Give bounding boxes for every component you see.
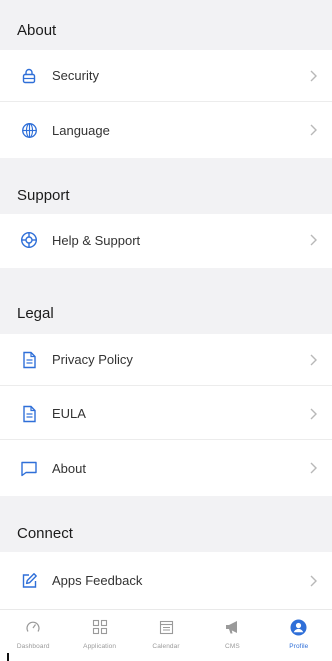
row-label-help-support: Help & Support [52, 232, 141, 248]
section-title-connect: Connect [17, 525, 73, 542]
calendar-icon [154, 616, 178, 638]
chevron-right-icon [308, 353, 318, 367]
chevron-right-icon [308, 69, 318, 83]
tab-application[interactable]: Application [66, 610, 132, 661]
section-header-support: Support [0, 158, 332, 214]
message-icon [19, 458, 39, 478]
globe-icon [19, 120, 39, 140]
edit-icon [19, 571, 39, 591]
lifebuoy-icon [19, 230, 39, 250]
chevron-right-icon [308, 123, 318, 137]
chevron-right-icon [308, 407, 318, 421]
document-icon [19, 350, 39, 370]
row-about[interactable]: About [0, 442, 332, 494]
row-privacy-policy[interactable]: Privacy Policy [0, 334, 332, 386]
profile-icon [287, 616, 311, 638]
row-security[interactable]: Security [0, 50, 332, 102]
section-title-legal: Legal [17, 305, 54, 322]
tab-label-dashboard: Dashboard [16, 643, 50, 650]
row-language[interactable]: Language [0, 104, 332, 156]
tab-dashboard[interactable]: Dashboard [0, 610, 66, 661]
tab-cms[interactable]: CMS [199, 610, 265, 661]
row-label-about: About [52, 460, 86, 476]
row-label-language: Language [52, 122, 110, 138]
row-apps-feedback[interactable]: Apps Feedback [0, 552, 332, 609]
tab-label-application: Application [83, 643, 117, 650]
megaphone-icon [220, 616, 244, 638]
section-header-about: About [0, 0, 332, 50]
section-header-legal: Legal [0, 268, 332, 334]
text-cursor [7, 653, 9, 661]
row-label-eula: EULA [52, 406, 86, 421]
document-icon [19, 404, 39, 424]
chevron-right-icon [308, 233, 318, 247]
gauge-icon [21, 616, 45, 638]
tab-calendar[interactable]: Calendar [133, 610, 199, 661]
lock-icon [19, 66, 39, 86]
row-eula[interactable]: EULA [0, 388, 332, 440]
bottom-tab-bar: Dashboard Application Calendar CMS Profi… [0, 609, 332, 661]
chevron-right-icon [308, 461, 318, 475]
row-label-privacy-policy: Privacy Policy [52, 352, 133, 367]
row-help-support[interactable]: Help & Support [0, 214, 332, 266]
section-header-connect: Connect [0, 496, 332, 552]
tab-label-profile: Profile [289, 643, 309, 650]
section-title-about: About [17, 22, 57, 39]
section-title-support: Support [17, 187, 70, 204]
row-label-security: Security [52, 68, 99, 83]
tab-label-cms: CMS [225, 643, 240, 650]
tab-profile[interactable]: Profile [266, 610, 332, 661]
row-label-apps-feedback: Apps Feedback [52, 573, 143, 588]
tab-label-calendar: Calendar [152, 643, 180, 650]
chevron-right-icon [308, 574, 318, 588]
grid-icon [88, 616, 112, 638]
